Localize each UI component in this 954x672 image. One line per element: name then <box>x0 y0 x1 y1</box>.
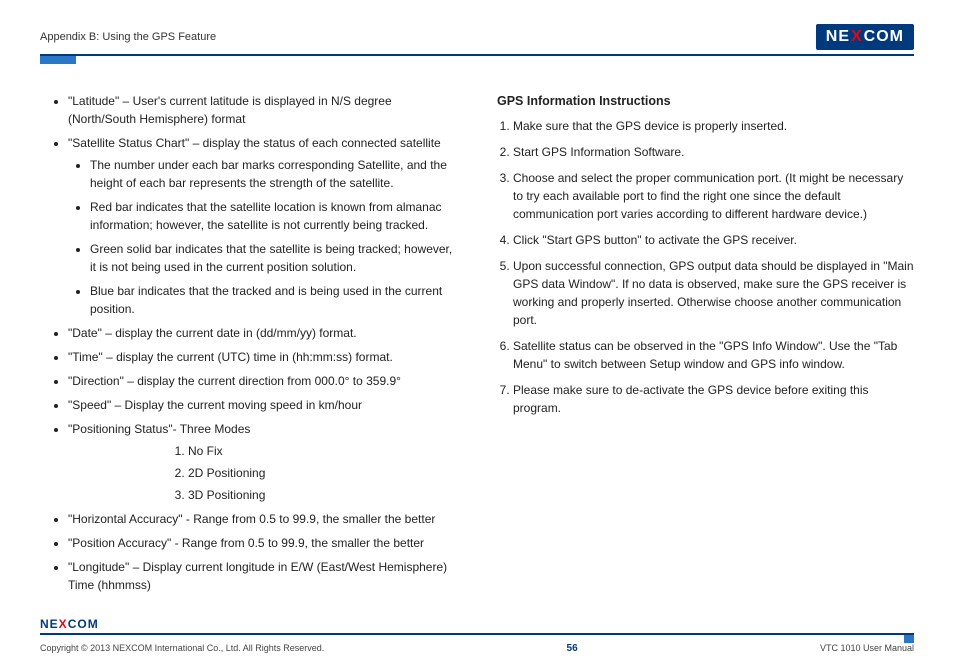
list-item: "Satellite Status Chart" – display the s… <box>68 134 457 318</box>
list-item: Green solid bar indicates that the satel… <box>90 240 457 276</box>
doc-title: VTC 1010 User Manual <box>820 643 914 654</box>
list-item: Click "Start GPS button" to activate the… <box>513 231 914 249</box>
brand-logo-box: NEXCOM <box>816 24 914 50</box>
header-divider <box>40 54 914 62</box>
divider-line <box>40 633 914 635</box>
page-number: 56 <box>567 643 578 654</box>
list-item: "Position Accuracy" - Range from 0.5 to … <box>68 534 457 552</box>
left-column: "Latitude" – User's current latitude is … <box>40 92 457 600</box>
footer-divider <box>40 633 914 639</box>
page-footer: NEXCOM Copyright © 2013 NEXCOM Internati… <box>40 617 914 654</box>
divider-tab <box>904 635 914 643</box>
list-item: Make sure that the GPS device is properl… <box>513 117 914 135</box>
brand-pre: NE <box>40 617 59 631</box>
list-item: "Direction" – display the current direct… <box>68 372 457 390</box>
copyright-text: Copyright © 2013 NEXCOM International Co… <box>40 643 324 654</box>
list-item: "Speed" – Display the current moving spe… <box>68 396 457 414</box>
list-item: Red bar indicates that the satellite loc… <box>90 198 457 234</box>
item-text: "Satellite Status Chart" – display the s… <box>68 136 441 150</box>
brand-pre: NE <box>826 28 850 46</box>
list-item: "Positioning Status"- Three Modes No Fix… <box>68 420 457 504</box>
item-text: "Positioning Status"- Three Modes <box>68 422 250 436</box>
section-title: Appendix B: Using the GPS Feature <box>40 31 216 43</box>
footer-row: Copyright © 2013 NEXCOM International Co… <box>40 643 914 654</box>
divider-line <box>40 54 914 56</box>
page: Appendix B: Using the GPS Feature NEXCOM… <box>0 0 954 640</box>
list-item: Blue bar indicates that the tracked and … <box>90 282 457 318</box>
list-item: Please make sure to de-activate the GPS … <box>513 381 914 417</box>
sub-list: The number under each bar marks correspo… <box>68 156 457 318</box>
list-item: Upon successful connection, GPS output d… <box>513 257 914 329</box>
list-item: Choose and select the proper communicati… <box>513 169 914 223</box>
steps-list: Make sure that the GPS device is properl… <box>497 117 914 417</box>
list-item: "Longitude" – Display current longitude … <box>68 558 457 594</box>
modes-list: No Fix 2D Positioning 3D Positioning <box>68 442 457 504</box>
list-item: 2D Positioning <box>188 464 457 482</box>
list-item: Start GPS Information Software. <box>513 143 914 161</box>
brand-x: X <box>59 617 68 631</box>
footer-logo: NEXCOM <box>40 617 914 631</box>
footer-logo-text: NEXCOM <box>40 617 914 631</box>
list-item: "Latitude" – User's current latitude is … <box>68 92 457 128</box>
brand-x: X <box>850 28 864 46</box>
right-column: GPS Information Instructions Make sure t… <box>497 92 914 600</box>
list-item: No Fix <box>188 442 457 460</box>
list-item: "Time" – display the current (UTC) time … <box>68 348 457 366</box>
list-item: The number under each bar marks correspo… <box>90 156 457 192</box>
brand-post: COM <box>864 28 904 46</box>
divider-tab <box>40 56 76 64</box>
instructions-heading: GPS Information Instructions <box>497 92 914 111</box>
page-header: Appendix B: Using the GPS Feature NEXCOM <box>40 24 914 50</box>
item-text: "Latitude" – User's current latitude is … <box>68 94 392 126</box>
list-item: 3D Positioning <box>188 486 457 504</box>
list-item: Satellite status can be observed in the … <box>513 337 914 373</box>
list-item: "Date" – display the current date in (dd… <box>68 324 457 342</box>
list-item: "Horizontal Accuracy" - Range from 0.5 t… <box>68 510 457 528</box>
feature-list: "Latitude" – User's current latitude is … <box>40 92 457 594</box>
brand-post: COM <box>68 617 99 631</box>
brand-logo: NEXCOM <box>816 24 914 50</box>
content-columns: "Latitude" – User's current latitude is … <box>40 92 914 600</box>
